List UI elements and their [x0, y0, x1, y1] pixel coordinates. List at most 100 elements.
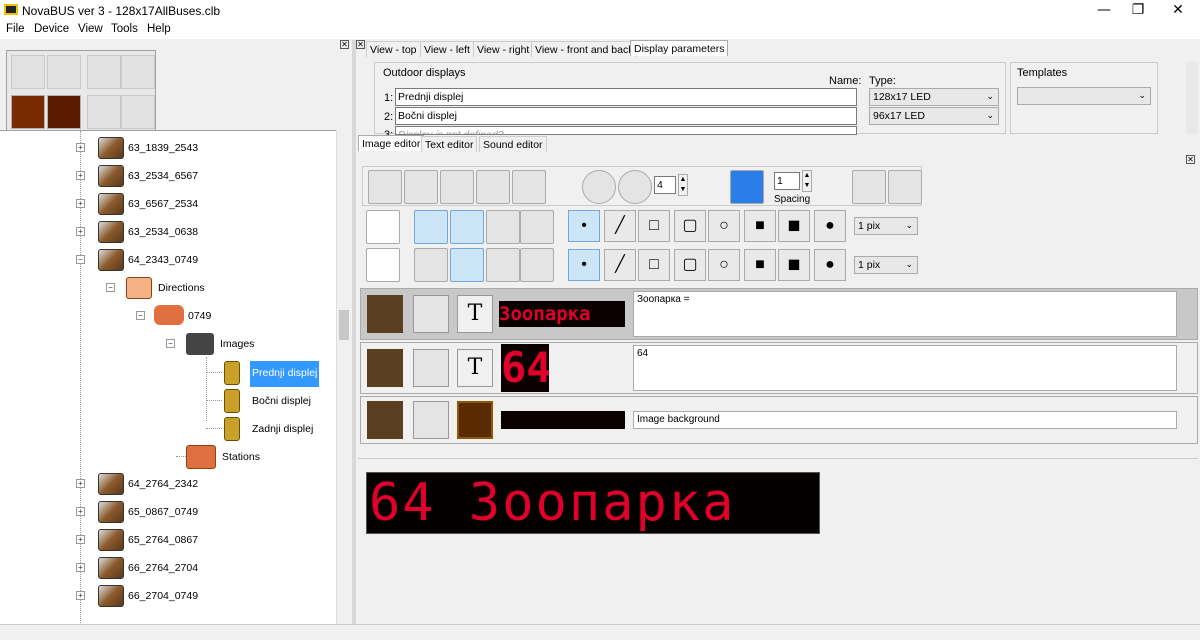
- dot-tool-button[interactable]: •: [568, 249, 600, 281]
- tab-sound-editor[interactable]: Sound editor: [479, 136, 547, 152]
- eraser-pencil-button[interactable]: [450, 248, 484, 282]
- circle-tool-button[interactable]: ○: [708, 249, 740, 281]
- tab-display-parameters[interactable]: Display parameters: [630, 40, 729, 56]
- tab-view-left[interactable]: View - left: [420, 41, 474, 57]
- content-row-number[interactable]: T 64 64: [360, 342, 1198, 394]
- zoom-field[interactable]: 4: [654, 176, 676, 194]
- film-disabled-icon[interactable]: [413, 401, 449, 439]
- outdoor-label: Outdoor displays: [383, 67, 466, 79]
- line-tool-button[interactable]: ╱: [604, 210, 636, 242]
- splitter[interactable]: [352, 40, 356, 624]
- scroll-thumb[interactable]: [339, 310, 349, 340]
- select-button[interactable]: [520, 210, 554, 244]
- zoom-in-button[interactable]: [582, 170, 616, 204]
- pencil-button[interactable]: [414, 248, 448, 282]
- menu-tools[interactable]: Tools: [111, 23, 138, 35]
- filled-round-rect-button[interactable]: ◼: [778, 210, 810, 242]
- tab-text-editor[interactable]: Text editor: [421, 136, 478, 152]
- row-text-field[interactable]: Image background: [633, 411, 1177, 429]
- row-text-field[interactable]: Зоопарка =: [633, 291, 1177, 337]
- text-type-icon[interactable]: T: [457, 349, 493, 387]
- params-scrollbar[interactable]: [1186, 62, 1198, 134]
- tab-view-right[interactable]: View - right: [473, 41, 534, 57]
- clear-button[interactable]: [486, 210, 520, 244]
- display-type-select[interactable]: 128x17 LED ⌄: [869, 88, 999, 106]
- film-disabled-icon[interactable]: [413, 295, 449, 333]
- filled-circle-button[interactable]: ●: [814, 210, 846, 242]
- menu-bar: File Device View Tools Help: [0, 20, 1200, 39]
- mouse-right-icon: [366, 248, 400, 282]
- rect-tool-button[interactable]: □: [638, 210, 670, 242]
- font-button[interactable]: [730, 170, 764, 204]
- bmp-up-button[interactable]: [404, 170, 438, 204]
- filled-rect-tool-button[interactable]: ■: [744, 249, 776, 281]
- filled-rect-tool-button[interactable]: ■: [744, 210, 776, 242]
- display-name-field[interactable]: Prednji displej: [395, 88, 857, 106]
- close-button[interactable]: ✕: [1158, 0, 1198, 20]
- close-view-icon[interactable]: ✕: [356, 40, 365, 49]
- zoom-spinner[interactable]: ▲ ▼: [678, 174, 688, 196]
- line-tool-button[interactable]: ╱: [604, 249, 636, 281]
- add-image-button[interactable]: [11, 95, 45, 129]
- display-name-field[interactable]: Bočni displej: [395, 107, 857, 125]
- restore-button[interactable]: ❐: [1118, 0, 1158, 20]
- close-editor-icon[interactable]: ✕: [1186, 155, 1195, 164]
- add-display-button[interactable]: [87, 95, 121, 129]
- menu-help[interactable]: Help: [147, 23, 171, 35]
- display-icon: [224, 389, 240, 413]
- display-icon: [224, 417, 240, 441]
- bmp-right-button[interactable]: [476, 170, 510, 204]
- display-name-field[interactable]: Display is not defined?: [395, 126, 857, 135]
- templates-select[interactable]: ⌄: [1017, 87, 1151, 105]
- film-disabled-icon[interactable]: [413, 349, 449, 387]
- undo-button[interactable]: [852, 170, 886, 204]
- row-text-field[interactable]: 64: [633, 345, 1177, 391]
- filled-circle-button[interactable]: ●: [814, 249, 846, 281]
- mouse-left-icon: [366, 210, 400, 244]
- delete-bus-button[interactable]: [47, 55, 81, 89]
- tab-view-top[interactable]: View - top: [366, 41, 421, 57]
- menu-device[interactable]: Device: [34, 23, 69, 35]
- tab-image-editor[interactable]: Image editor: [358, 135, 425, 151]
- display-type-select[interactable]: 96x17 LED ⌄: [869, 107, 999, 125]
- window-title: NovaBUS ver 3 - 128x17AllBuses.clb: [22, 4, 221, 18]
- led-display-preview: 64 Зоопарка: [366, 472, 820, 534]
- tree-scrollbar[interactable]: [336, 130, 350, 624]
- left-panel: ✕ + 63_1839_2543 + 63_2534_6567 + 63_656…: [0, 40, 352, 624]
- spacing-field[interactable]: 1: [774, 172, 800, 190]
- pen-size-select[interactable]: 1 pix ⌄: [854, 256, 918, 274]
- delete-image-button[interactable]: [47, 95, 81, 129]
- pencil-button[interactable]: [414, 210, 448, 244]
- add-bus-button[interactable]: [11, 55, 45, 89]
- zoom-out-button[interactable]: [618, 170, 652, 204]
- content-row-background[interactable]: Image background: [360, 396, 1198, 444]
- redo-button[interactable]: [888, 170, 922, 204]
- circle-tool-button[interactable]: ○: [708, 210, 740, 242]
- eraser-pencil-button[interactable]: [450, 210, 484, 244]
- pen-size-select[interactable]: 1 pix ⌄: [854, 217, 918, 235]
- menu-file[interactable]: File: [6, 23, 25, 35]
- menu-view[interactable]: View: [78, 23, 103, 35]
- bmp-down-button[interactable]: [440, 170, 474, 204]
- paste-button[interactable]: [520, 248, 554, 282]
- delete-display-button[interactable]: [121, 95, 155, 129]
- round-rect-tool-button[interactable]: ▢: [674, 210, 706, 242]
- content-row-text[interactable]: T Зоопарка Зоопарка =: [360, 288, 1198, 340]
- led-text-preview: Зоопарка: [499, 301, 625, 327]
- filled-round-rect-button[interactable]: ◼: [778, 249, 810, 281]
- bmp-left-button[interactable]: [368, 170, 402, 204]
- remove-copy-button[interactable]: [121, 55, 155, 89]
- copy-bus-button[interactable]: [87, 55, 121, 89]
- text-type-icon[interactable]: T: [457, 295, 493, 333]
- tab-view-front-back[interactable]: View - front and back: [531, 41, 638, 57]
- image-type-icon[interactable]: [457, 401, 493, 439]
- dot-tool-button[interactable]: •: [568, 210, 600, 242]
- rect-tool-button[interactable]: □: [638, 249, 670, 281]
- center-button[interactable]: [512, 170, 546, 204]
- round-rect-tool-button[interactable]: ▢: [674, 249, 706, 281]
- title-bar: NovaBUS ver 3 - 128x17AllBuses.clb — ❐ ✕: [0, 0, 1200, 20]
- spacing-spinner[interactable]: ▲ ▼: [802, 170, 812, 192]
- close-panel-icon[interactable]: ✕: [340, 40, 349, 49]
- clear-button[interactable]: [486, 248, 520, 282]
- bus-tree: + 63_1839_2543 + 63_2534_6567 + 63_6567_…: [0, 130, 348, 624]
